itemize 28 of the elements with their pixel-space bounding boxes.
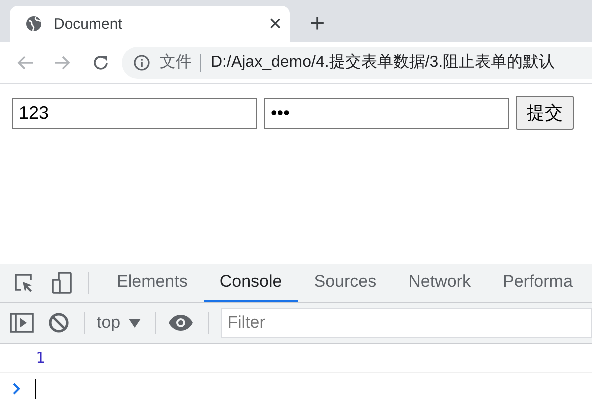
tab-title: Document	[54, 16, 124, 32]
devtools-tab[interactable]: Network	[392, 264, 487, 302]
context-label: top	[97, 313, 121, 333]
sidebar-icon[interactable]	[10, 312, 34, 334]
username-field[interactable]: 123	[12, 98, 257, 129]
clear-console-icon[interactable]	[48, 312, 70, 334]
close-tab-button[interactable]: ×	[269, 13, 282, 35]
globe-icon	[26, 16, 42, 32]
device-icon[interactable]	[50, 271, 74, 295]
submit-button[interactable]: 提交	[516, 96, 574, 130]
eye-icon[interactable]	[168, 314, 194, 332]
text-cursor	[35, 379, 36, 399]
info-icon	[134, 54, 150, 70]
console-output: 1	[36, 349, 46, 367]
address-bar[interactable]: 文件 D:/Ajax_demo/4.提交表单数据/3.阻止表单的默认	[122, 46, 592, 78]
security-label: 文件	[160, 54, 201, 72]
devtools-tab[interactable]: Sources	[298, 264, 393, 302]
caret-icon	[128, 318, 141, 328]
context-dropdown[interactable]: top	[97, 313, 141, 333]
prompt-chevron-icon	[13, 383, 21, 395]
devtools-tab[interactable]: Elements	[101, 264, 204, 302]
url-text: D:/Ajax_demo/4.提交表单数据/3.阻止表单的默认	[211, 52, 556, 73]
reload-icon[interactable]	[92, 54, 110, 72]
filter-field[interactable]: Filter	[220, 308, 592, 338]
password-field[interactable]: •••	[264, 98, 509, 129]
devtools-tab[interactable]: Performa	[486, 264, 589, 302]
new-tab-button[interactable]: +	[310, 10, 326, 36]
browser-tab[interactable]: Document ×	[10, 6, 290, 42]
